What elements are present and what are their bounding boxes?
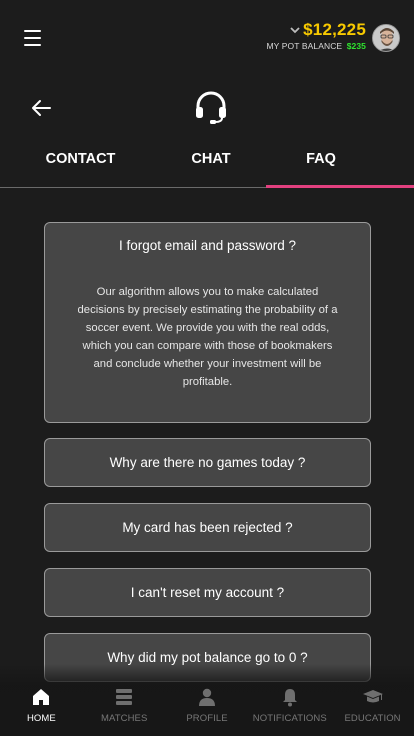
tab-active-indicator: [266, 185, 414, 188]
nav-item-home[interactable]: HOME: [0, 682, 83, 736]
pot-balance-value: $235: [346, 41, 366, 51]
faq-answer: Our algorithm allows you to make calcula…: [77, 286, 338, 388]
faq-list: I forgot email and password ? Our algori…: [44, 222, 371, 682]
sub-header: [0, 78, 414, 138]
faq-item-expanded[interactable]: I forgot email and password ? Our algori…: [44, 222, 371, 423]
nav-label-education: EDUCATION: [344, 713, 401, 724]
nav-label-home: HOME: [26, 713, 56, 724]
bell-icon: [282, 689, 297, 707]
faq-item[interactable]: I can't reset my account ?: [44, 568, 371, 617]
home-icon: [33, 689, 50, 705]
bottom-nav: HOME MATCHES PROFILE NOTIFICATIONS EDUCA…: [0, 682, 414, 736]
matches-icon: [116, 689, 133, 705]
balance-block[interactable]: $12,225 MY POT BALANCE $235: [266, 20, 366, 51]
menu-icon[interactable]: [24, 30, 41, 46]
balance-amount: $12,225: [303, 20, 366, 39]
back-arrow-icon[interactable]: [30, 98, 52, 118]
headset-icon: [196, 91, 226, 124]
graduation-cap-icon: [362, 690, 383, 703]
nav-label-matches: MATCHES: [100, 713, 148, 724]
tab-faq[interactable]: FAQ: [266, 140, 376, 186]
tab-chat[interactable]: CHAT: [145, 140, 277, 186]
nav-item-education[interactable]: EDUCATION: [331, 682, 414, 736]
tab-contact[interactable]: CONTACT: [0, 140, 161, 186]
faq-item[interactable]: My card has been rejected ?: [44, 503, 371, 552]
pot-balance: MY POT BALANCE $235: [266, 41, 366, 51]
pot-balance-label: MY POT BALANCE: [266, 41, 343, 51]
nav-label-notifications: NOTIFICATIONS: [252, 713, 327, 724]
nav-item-profile[interactable]: PROFILE: [166, 682, 249, 736]
nav-label-profile: PROFILE: [186, 713, 228, 724]
chevron-down-icon[interactable]: [290, 25, 300, 35]
top-bar: $12,225 MY POT BALANCE $235: [0, 0, 414, 78]
nav-item-matches[interactable]: MATCHES: [83, 682, 166, 736]
profile-icon: [198, 688, 215, 706]
faq-item[interactable]: Why are there no games today ?: [44, 438, 371, 487]
support-tabs: CONTACT CHAT FAQ: [0, 140, 414, 188]
nav-item-notifications[interactable]: NOTIFICATIONS: [248, 682, 331, 736]
faq-question: I forgot email and password ?: [118, 238, 297, 253]
avatar[interactable]: [372, 24, 400, 52]
